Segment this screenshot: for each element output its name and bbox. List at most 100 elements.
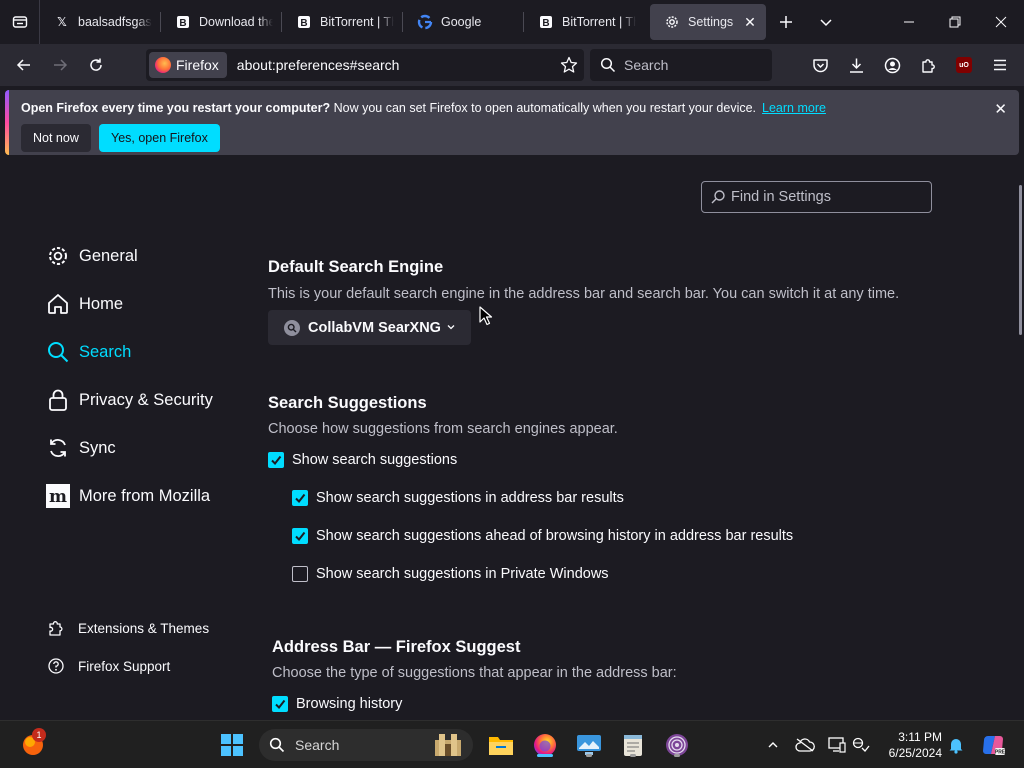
category-home[interactable]: Home bbox=[46, 292, 123, 316]
identity-box[interactable]: Firefox bbox=[149, 52, 227, 78]
windows-taskbar: 1 Search 3:11 PM 6/25/2024 PRE bbox=[0, 720, 1024, 768]
tab-5[interactable]: B BitTorrent | The bbox=[524, 4, 644, 40]
close-window-button[interactable] bbox=[978, 0, 1024, 44]
downloads-button[interactable] bbox=[838, 49, 874, 81]
toolbar-buttons: uO bbox=[802, 49, 1018, 81]
firefox-support-link[interactable]: Firefox Support bbox=[46, 656, 170, 676]
screen-app[interactable] bbox=[574, 730, 604, 760]
notepad-app[interactable] bbox=[618, 730, 648, 760]
notification-badge: 1 bbox=[32, 728, 46, 742]
network-tray-icon[interactable] bbox=[850, 734, 872, 756]
checkmark-icon[interactable] bbox=[292, 528, 308, 544]
category-more-from-mozilla[interactable]: m More from Mozilla bbox=[46, 484, 210, 508]
suggestions-private-windows-checkbox[interactable]: Show search suggestions in Private Windo… bbox=[292, 566, 609, 582]
category-search[interactable]: Search bbox=[46, 340, 131, 364]
sync-icon bbox=[46, 436, 70, 460]
suggestions-ahead-of-history-checkbox[interactable]: Show search suggestions ahead of browsin… bbox=[292, 528, 793, 544]
category-general[interactable]: General bbox=[46, 244, 138, 268]
tab-label: BitTorrent | The bbox=[562, 15, 636, 29]
display-icon bbox=[828, 737, 846, 753]
search-icon bbox=[600, 57, 616, 73]
show-search-suggestions-checkbox[interactable]: Show search suggestions bbox=[268, 452, 457, 468]
tab-1[interactable]: 𝕏 baalsadfsgasfd bbox=[40, 4, 160, 40]
back-button[interactable] bbox=[6, 49, 42, 81]
start-button[interactable] bbox=[221, 734, 243, 756]
clock-time: 3:11 PM bbox=[898, 730, 942, 744]
ublock-origin-icon: uO bbox=[956, 57, 972, 73]
not-now-button[interactable]: Not now bbox=[21, 124, 91, 152]
address-bar[interactable]: Firefox about:preferences#search bbox=[146, 49, 584, 81]
svg-text:B: B bbox=[542, 18, 549, 29]
onedrive-tray-icon[interactable] bbox=[794, 734, 816, 756]
windows-logo-pane bbox=[221, 734, 231, 744]
default-engine-dropdown[interactable]: CollabVM SearXNG bbox=[268, 310, 471, 345]
pocket-button[interactable] bbox=[802, 49, 838, 81]
pocket-icon bbox=[812, 58, 828, 72]
tab-label: baalsadfsgasfd bbox=[78, 15, 152, 29]
file-explorer-app[interactable] bbox=[486, 730, 516, 760]
new-tab-button[interactable] bbox=[766, 0, 806, 44]
running-app-indicator bbox=[586, 754, 592, 757]
gear-icon bbox=[46, 244, 70, 268]
category-label: Search bbox=[79, 342, 132, 361]
identity-label: Firefox bbox=[176, 57, 219, 73]
show-hidden-icons-button[interactable] bbox=[762, 734, 784, 756]
firefox-view-button[interactable] bbox=[0, 0, 40, 44]
copilot-button[interactable]: PRE bbox=[980, 732, 1006, 758]
checkmark-icon[interactable] bbox=[268, 452, 284, 468]
browsing-history-checkbox[interactable]: Browsing history bbox=[272, 696, 402, 712]
reload-icon bbox=[90, 58, 102, 71]
search-highlight-icon bbox=[435, 734, 461, 756]
category-label: Sync bbox=[79, 438, 116, 457]
bookmark-star-icon[interactable] bbox=[554, 56, 584, 74]
close-tab-icon[interactable]: ✕ bbox=[742, 14, 758, 31]
url-input[interactable]: about:preferences#search bbox=[237, 57, 554, 73]
extensions-themes-link[interactable]: Extensions & Themes bbox=[46, 618, 209, 638]
clock-date: 6/25/2024 bbox=[888, 746, 942, 760]
tab-2[interactable]: B Download the bbox=[161, 4, 281, 40]
checkmark-icon[interactable] bbox=[272, 696, 288, 712]
category-sync[interactable]: Sync bbox=[46, 436, 116, 460]
search-icon bbox=[269, 737, 285, 753]
monitor-icon bbox=[577, 735, 601, 755]
display-tray-icon[interactable] bbox=[826, 734, 848, 756]
category-label: Privacy & Security bbox=[79, 390, 213, 409]
taskbar-search-box[interactable]: Search bbox=[259, 729, 473, 761]
windows-logo-pane bbox=[233, 734, 243, 744]
forward-button[interactable] bbox=[42, 49, 78, 81]
list-all-tabs-button[interactable] bbox=[806, 0, 846, 44]
checkbox-label: Show search suggestions bbox=[292, 452, 458, 468]
tab-settings[interactable]: Settings ✕ bbox=[650, 4, 766, 40]
ublock-origin-button[interactable]: uO bbox=[946, 49, 982, 81]
find-in-settings-input[interactable]: Find in Settings bbox=[701, 181, 932, 213]
firefox-app[interactable] bbox=[530, 730, 560, 760]
system-clock[interactable]: 3:11 PM 6/25/2024 bbox=[889, 729, 942, 761]
account-button[interactable] bbox=[874, 49, 910, 81]
checkbox-label: Show search suggestions in address bar r… bbox=[316, 490, 624, 506]
category-label: General bbox=[79, 246, 138, 265]
notification-center-button[interactable] bbox=[945, 734, 967, 756]
suggestions-in-address-bar-checkbox[interactable]: Show search suggestions in address bar r… bbox=[292, 490, 624, 506]
tor-browser-app[interactable] bbox=[662, 730, 692, 760]
scrollbar[interactable] bbox=[1019, 185, 1022, 335]
minimize-button[interactable] bbox=[886, 0, 932, 44]
search-icon bbox=[711, 190, 725, 204]
restore-button[interactable] bbox=[932, 0, 978, 44]
tab-4[interactable]: Google bbox=[403, 4, 523, 40]
tab-3[interactable]: B BitTorrent | The bbox=[282, 4, 402, 40]
learn-more-link[interactable]: Learn more bbox=[762, 101, 826, 115]
reload-button[interactable] bbox=[78, 49, 114, 81]
checkbox-unchecked[interactable] bbox=[292, 566, 308, 582]
notification-text: Now you can set Firefox to open automati… bbox=[330, 101, 757, 115]
search-bar[interactable]: Search bbox=[590, 49, 772, 81]
category-privacy-security[interactable]: Privacy & Security bbox=[46, 388, 213, 412]
copilot-icon: PRE bbox=[983, 736, 1006, 756]
default-engine-value: CollabVM SearXNG bbox=[308, 319, 441, 336]
app-menu-button[interactable] bbox=[982, 49, 1018, 81]
close-notification-icon[interactable]: ✕ bbox=[994, 100, 1007, 118]
extensions-button[interactable] bbox=[910, 49, 946, 81]
mozilla-icon: m bbox=[46, 484, 70, 508]
svg-text:B: B bbox=[300, 18, 307, 29]
checkmark-icon[interactable] bbox=[292, 490, 308, 506]
yes-open-firefox-button[interactable]: Yes, open Firefox bbox=[99, 124, 220, 152]
